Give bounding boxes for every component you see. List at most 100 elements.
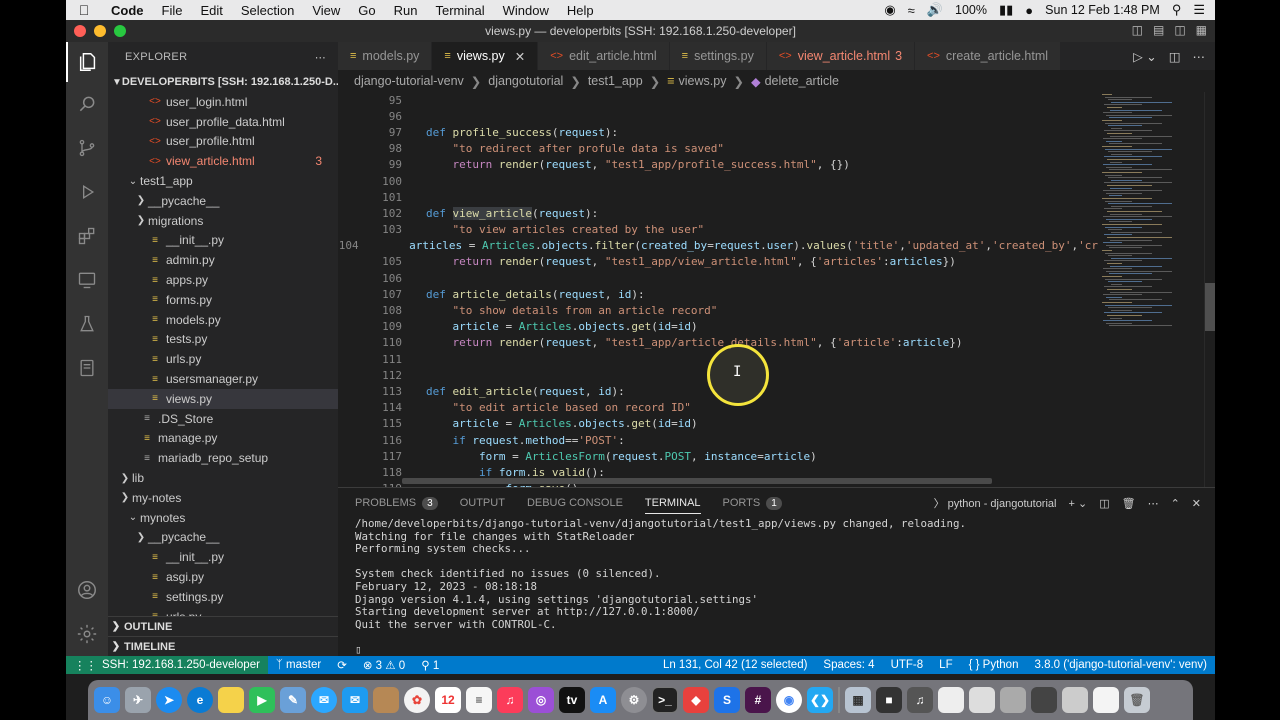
- screenshot-stack-icon[interactable]: [1000, 687, 1026, 713]
- edge-icon[interactable]: e: [187, 687, 213, 713]
- file-tree-item[interactable]: ⌄ test1_app: [108, 171, 338, 191]
- more-actions-icon[interactable]: ⋯: [1148, 497, 1159, 510]
- panel-tab-debug-console[interactable]: DEBUG CONSOLE: [527, 488, 623, 518]
- activity-monitor-icon[interactable]: ♫: [907, 687, 933, 713]
- user-switch-icon[interactable]: ●: [1025, 3, 1033, 18]
- run-python-icon[interactable]: ▷ ⌄: [1133, 49, 1157, 64]
- panel-tab-ports[interactable]: PORTS 1: [723, 488, 782, 518]
- split-terminal-icon[interactable]: ◫: [1099, 497, 1109, 510]
- file-tree-item[interactable]: ❯ __pycache__: [108, 528, 338, 548]
- close-icon[interactable]: ✕: [515, 49, 525, 64]
- safari-icon[interactable]: ➤: [156, 687, 182, 713]
- remote-indicator[interactable]: ⋮⋮ SSH: 192.168.1.250-developer: [66, 656, 268, 674]
- notes-icon[interactable]: [218, 687, 244, 713]
- cursor-position[interactable]: Ln 131, Col 42 (12 selected): [655, 659, 815, 671]
- battery-icon[interactable]: ▮▮: [999, 2, 1013, 18]
- minimap[interactable]: [1098, 92, 1204, 487]
- preview-icon[interactable]: ✎: [280, 687, 306, 713]
- branch-indicator[interactable]: ᛉ master: [268, 659, 329, 671]
- menu-go[interactable]: Go: [349, 3, 384, 18]
- customize-layout-icon[interactable]: ▦: [1196, 23, 1207, 37]
- editor-scroll-thumb[interactable]: [1205, 283, 1215, 331]
- file-stack-icon[interactable]: [1062, 687, 1088, 713]
- downloads-stack-icon[interactable]: [969, 687, 995, 713]
- finder-icon[interactable]: ☺: [94, 687, 120, 713]
- mail-icon[interactable]: ✉: [342, 687, 368, 713]
- ports-indicator[interactable]: ⚲ 1: [413, 658, 447, 672]
- file-tree-item[interactable]: ≡ apps.py: [108, 270, 338, 290]
- volume-icon[interactable]: 🔊: [927, 2, 943, 18]
- screen-record-icon[interactable]: ◉: [884, 2, 895, 18]
- menu-edit[interactable]: Edit: [191, 3, 231, 18]
- menu-selection[interactable]: Selection: [232, 3, 303, 18]
- sync-icon[interactable]: ⟳: [329, 658, 355, 672]
- virtualbox-icon[interactable]: ▦: [845, 687, 871, 713]
- file-tree-item[interactable]: ≡ models.py: [108, 310, 338, 330]
- source-control-icon[interactable]: [66, 128, 108, 168]
- extensions-icon[interactable]: [66, 216, 108, 256]
- file-tree-item[interactable]: ≡ __init__.py: [108, 231, 338, 251]
- skype-icon[interactable]: S: [714, 687, 740, 713]
- more-actions-icon[interactable]: ⋯: [315, 51, 338, 64]
- file-tree-item[interactable]: ⌄ mynotes: [108, 508, 338, 528]
- calendar-icon[interactable]: 12: [435, 687, 461, 713]
- file-tree-item[interactable]: <> user_profile_data.html: [108, 112, 338, 132]
- file-tree-item[interactable]: ≡ tests.py: [108, 330, 338, 350]
- docker-icon[interactable]: [66, 348, 108, 388]
- control-center-icon[interactable]: ☰: [1193, 2, 1205, 18]
- slack-icon[interactable]: #: [745, 687, 771, 713]
- menu-app-name[interactable]: Code: [102, 3, 153, 18]
- breadcrumb-item[interactable]: djangotutorial: [488, 74, 563, 88]
- breadcrumb-item[interactable]: delete_article: [765, 74, 839, 88]
- split-editor-icon[interactable]: ◫: [1169, 49, 1181, 64]
- menu-terminal[interactable]: Terminal: [427, 3, 494, 18]
- tab-models-py[interactable]: ≡ models.py: [338, 42, 433, 70]
- spotlight-search-icon[interactable]: ⚲: [1172, 2, 1182, 18]
- menu-window[interactable]: Window: [494, 3, 558, 18]
- anydesk-icon[interactable]: ◆: [683, 687, 709, 713]
- new-terminal-icon[interactable]: + ⌄: [1068, 497, 1087, 510]
- screen-recorder-icon[interactable]: ■: [876, 687, 902, 713]
- trash-icon[interactable]: 🗑: [1124, 687, 1150, 713]
- tab-create-article-html[interactable]: <> create_article.html: [915, 42, 1062, 70]
- file-tree-item[interactable]: <> user_login.html: [108, 92, 338, 112]
- tab-edit-article-html[interactable]: <> edit_article.html: [538, 42, 670, 70]
- terminal-output[interactable]: /home/developerbits/django-tutorial-venv…: [338, 517, 1215, 657]
- maximize-panel-icon[interactable]: ⌃: [1171, 497, 1180, 510]
- indentation[interactable]: Spaces: 4: [815, 659, 882, 671]
- editor-horizontal-scrollbar[interactable]: [402, 478, 992, 484]
- terminal-icon[interactable]: >_: [652, 687, 678, 713]
- breadcrumb-item[interactable]: django-tutorial-venv: [354, 74, 464, 88]
- line-endings[interactable]: LF: [931, 659, 960, 671]
- tv-icon[interactable]: tv: [559, 687, 585, 713]
- file-tree-item[interactable]: ❯ my-notes: [108, 488, 338, 508]
- file-tree-item[interactable]: ≡ admin.py: [108, 250, 338, 270]
- photos-icon[interactable]: ✿: [404, 687, 430, 713]
- panel-tab-problems[interactable]: PROBLEMS 3: [355, 488, 438, 518]
- close-window-button[interactable]: [74, 25, 86, 37]
- tab-settings-py[interactable]: ≡ settings.py: [669, 42, 767, 70]
- accounts-icon[interactable]: [66, 570, 108, 610]
- menu-run[interactable]: Run: [385, 3, 427, 18]
- window-stack-icon[interactable]: [1031, 687, 1057, 713]
- search-icon[interactable]: [66, 84, 108, 124]
- file-tree-item[interactable]: ❯ lib: [108, 468, 338, 488]
- menu-file[interactable]: File: [153, 3, 192, 18]
- testing-icon[interactable]: [66, 304, 108, 344]
- app-store-icon[interactable]: A: [590, 687, 616, 713]
- tab-view-article-html[interactable]: <> view_article.html 3: [766, 42, 916, 70]
- more-actions-icon[interactable]: ⋯: [1193, 49, 1206, 64]
- panel-tab-terminal[interactable]: TERMINAL: [644, 488, 701, 518]
- file-tree-item[interactable]: <> view_article.html 3: [108, 151, 338, 171]
- code-editor[interactable]: 95 96 97 def profile_success(request): 98 "t…: [338, 92, 1098, 487]
- file-tree-item[interactable]: ≡ views.py: [108, 388, 338, 409]
- image-stack-icon[interactable]: [1093, 687, 1119, 713]
- menubar-clock[interactable]: Sun 12 Feb 1:48 PM: [1045, 3, 1160, 17]
- facetime-icon[interactable]: ▶: [249, 687, 275, 713]
- timeline-section[interactable]: ❯ TIMELINE: [108, 636, 338, 656]
- python-interpreter[interactable]: 3.8.0 ('django-tutorial-venv': venv): [1026, 659, 1215, 671]
- menu-view[interactable]: View: [303, 3, 349, 18]
- music-icon[interactable]: ♫: [497, 687, 523, 713]
- launchpad-icon[interactable]: ✈: [125, 687, 151, 713]
- messages-icon[interactable]: ✉: [311, 687, 337, 713]
